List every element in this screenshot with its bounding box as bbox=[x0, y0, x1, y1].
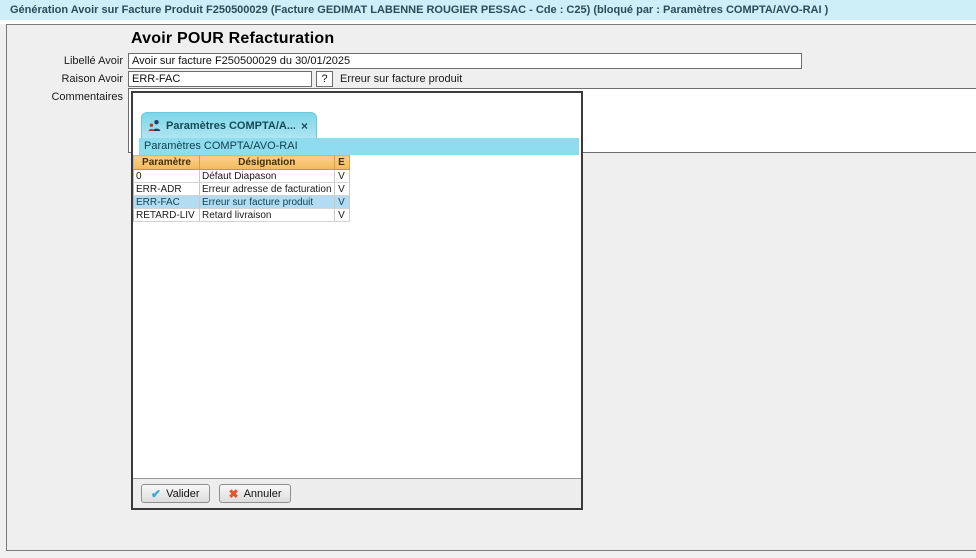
popup-footer: ✔ Valider ✖ Annuler bbox=[133, 478, 581, 508]
raison-avoir-input[interactable] bbox=[128, 71, 312, 87]
main-panel: Avoir POUR Refacturation Libellé Avoir R… bbox=[6, 24, 976, 551]
x-icon: ✖ bbox=[229, 487, 239, 501]
annuler-button[interactable]: ✖ Annuler bbox=[219, 484, 292, 503]
table-row[interactable]: ERR-FACErreur sur facture produitV bbox=[134, 196, 350, 209]
valider-label: Valider bbox=[166, 488, 199, 500]
column-header[interactable]: Paramètre bbox=[134, 156, 200, 170]
table-cell[interactable]: V bbox=[334, 170, 349, 183]
table-cell[interactable]: RETARD-LIV bbox=[134, 209, 200, 222]
check-icon: ✔ bbox=[151, 487, 161, 501]
tab-parametres-compta[interactable]: Paramètres COMPTA/A... × bbox=[141, 112, 317, 138]
table-cell[interactable]: V bbox=[334, 196, 349, 209]
parametres-popup: Paramètres COMPTA/A... × Paramètres COMP… bbox=[131, 91, 583, 510]
users-icon bbox=[148, 119, 161, 132]
table-cell[interactable]: ERR-ADR bbox=[134, 183, 200, 196]
libelle-avoir-label: Libellé Avoir bbox=[9, 54, 123, 69]
annuler-label: Annuler bbox=[244, 488, 282, 500]
param-table-body: 0Défaut DiapasonVERR-ADRErreur adresse d… bbox=[134, 170, 350, 222]
popup-header-bar: Paramètres COMPTA/AVO-RAI bbox=[139, 138, 579, 155]
table-row[interactable]: ERR-ADRErreur adresse de facturationV bbox=[134, 183, 350, 196]
column-header[interactable]: Désignation bbox=[200, 156, 335, 170]
table-cell[interactable]: ERR-FAC bbox=[134, 196, 200, 209]
column-header[interactable]: E bbox=[334, 156, 349, 170]
window-title: Génération Avoir sur Facture Produit F25… bbox=[10, 4, 828, 16]
tab-close-icon[interactable]: × bbox=[301, 119, 308, 133]
table-cell[interactable]: Erreur adresse de facturation bbox=[200, 183, 335, 196]
table-cell[interactable]: V bbox=[334, 183, 349, 196]
table-cell[interactable]: Erreur sur facture produit bbox=[200, 196, 335, 209]
table-cell[interactable]: Défaut Diapason bbox=[200, 170, 335, 183]
parametres-table: ParamètreDésignationE 0Défaut DiapasonVE… bbox=[133, 155, 350, 222]
raison-description: Erreur sur facture produit bbox=[340, 72, 462, 87]
param-table-head-row: ParamètreDésignationE bbox=[134, 156, 350, 170]
table-cell[interactable]: V bbox=[334, 209, 349, 222]
table-cell[interactable]: 0 bbox=[134, 170, 200, 183]
page-title: Avoir POUR Refacturation bbox=[131, 30, 334, 48]
table-cell[interactable]: Retard livraison bbox=[200, 209, 335, 222]
window-title-bar: Génération Avoir sur Facture Produit F25… bbox=[0, 0, 976, 20]
raison-avoir-label: Raison Avoir bbox=[9, 72, 123, 87]
table-row[interactable]: 0Défaut DiapasonV bbox=[134, 170, 350, 183]
table-row[interactable]: RETARD-LIVRetard livraisonV bbox=[134, 209, 350, 222]
raison-lookup-button[interactable]: ? bbox=[316, 71, 333, 87]
commentaires-label: Commentaires bbox=[9, 90, 123, 105]
libelle-avoir-input[interactable] bbox=[128, 53, 802, 69]
valider-button[interactable]: ✔ Valider bbox=[141, 484, 210, 503]
tab-label: Paramètres COMPTA/A... bbox=[166, 120, 295, 132]
